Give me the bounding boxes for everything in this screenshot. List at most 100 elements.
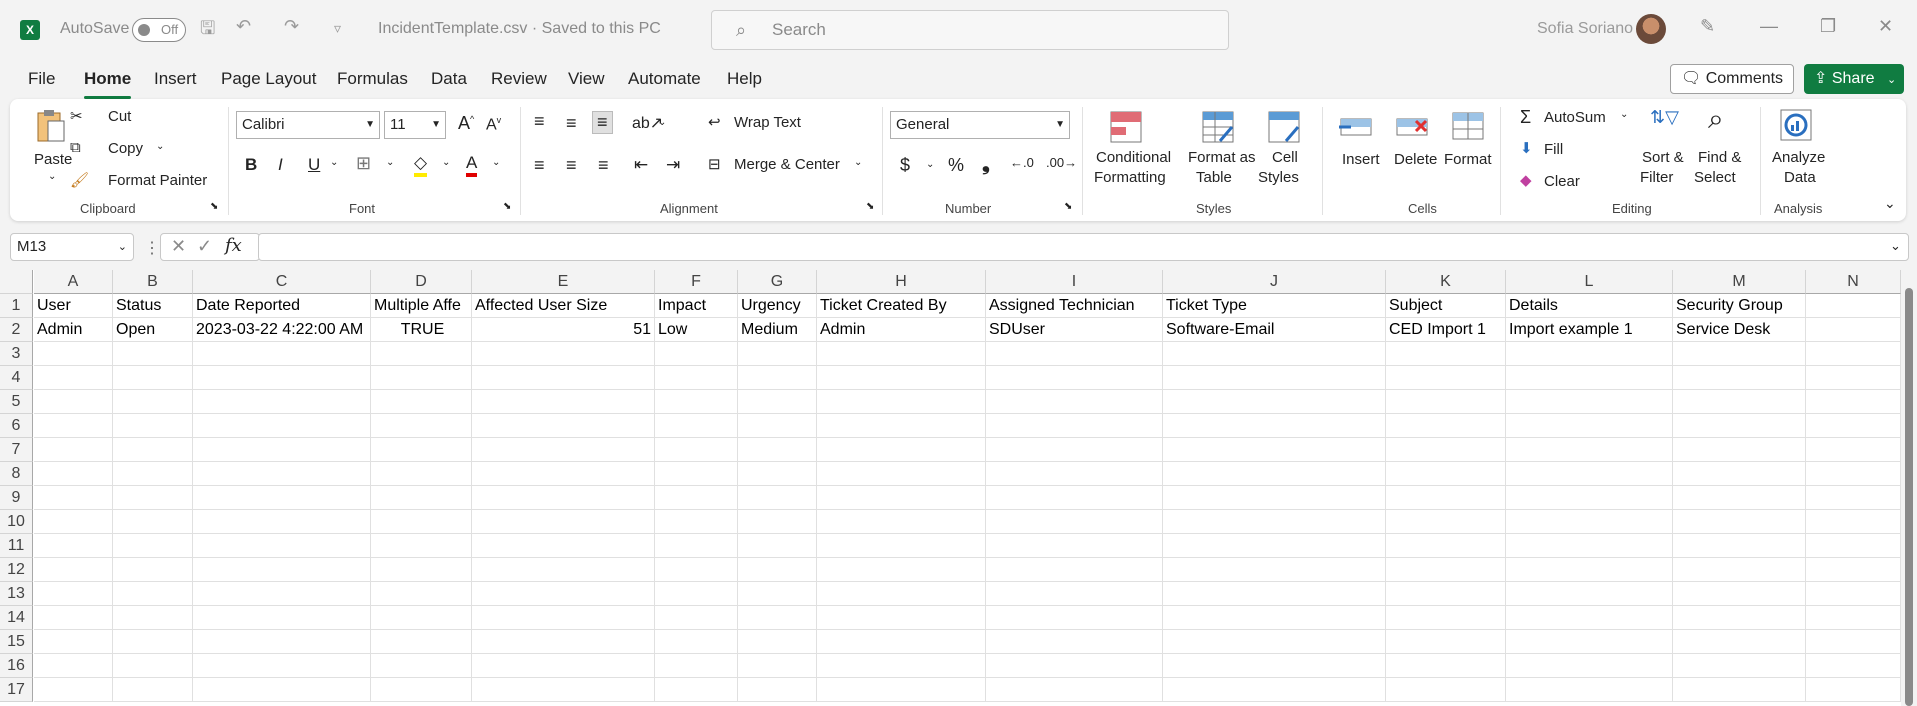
analyze-data-label-2[interactable]: Data	[1784, 169, 1816, 186]
cell-g4[interactable]	[738, 366, 817, 390]
column-header-d[interactable]: D	[371, 270, 472, 294]
cell-l1[interactable]: Details	[1506, 294, 1673, 318]
comments-button[interactable]: 🗨 Comments	[1670, 64, 1794, 94]
cell-c10[interactable]	[193, 510, 371, 534]
cell-i3[interactable]	[986, 342, 1163, 366]
paste-button[interactable]: Paste	[34, 151, 72, 168]
cell-h12[interactable]	[817, 558, 986, 582]
analyze-data-icon[interactable]	[1778, 107, 1814, 143]
cell-k2[interactable]: CED Import 1	[1386, 318, 1506, 342]
cell-l8[interactable]	[1506, 462, 1673, 486]
cell-g2[interactable]: Medium	[738, 318, 817, 342]
cell-a10[interactable]	[34, 510, 113, 534]
cell-j6[interactable]	[1163, 414, 1386, 438]
cell-d8[interactable]	[371, 462, 472, 486]
column-header-m[interactable]: M	[1673, 270, 1806, 294]
cell-j1[interactable]: Ticket Type	[1163, 294, 1386, 318]
column-header-f[interactable]: F	[655, 270, 738, 294]
wrap-text-icon[interactable]: ↩	[708, 113, 721, 131]
cell-m5[interactable]	[1673, 390, 1806, 414]
cell-g10[interactable]	[738, 510, 817, 534]
copy-button[interactable]: Copy	[108, 140, 143, 157]
autosum-dropdown-icon[interactable]: ⌄	[1620, 109, 1628, 120]
cell-g6[interactable]	[738, 414, 817, 438]
cell-j7[interactable]	[1163, 438, 1386, 462]
font-color-icon[interactable]: A	[466, 153, 478, 177]
cell-n17[interactable]	[1806, 678, 1901, 702]
font-launcher-icon[interactable]: ⬊	[503, 201, 511, 212]
cell-h8[interactable]	[817, 462, 986, 486]
cell-styles-label[interactable]: Cell	[1272, 149, 1298, 166]
cell-l13[interactable]	[1506, 582, 1673, 606]
restore-icon[interactable]: ❐	[1820, 16, 1836, 37]
cell-l6[interactable]	[1506, 414, 1673, 438]
row-header-8[interactable]: 8	[0, 462, 33, 486]
cell-g16[interactable]	[738, 654, 817, 678]
format-as-table-label-2[interactable]: Table	[1196, 169, 1232, 186]
cell-d6[interactable]	[371, 414, 472, 438]
tab-file[interactable]: File	[28, 69, 55, 89]
cell-j4[interactable]	[1163, 366, 1386, 390]
cell-m15[interactable]	[1673, 630, 1806, 654]
decrease-decimal-icon[interactable]: .00→	[1046, 155, 1077, 170]
tab-page-layout[interactable]: Page Layout	[221, 69, 316, 89]
cell-c3[interactable]	[193, 342, 371, 366]
cell-n1[interactable]	[1806, 294, 1901, 318]
cell-a12[interactable]	[34, 558, 113, 582]
currency-icon[interactable]: $	[900, 155, 910, 176]
cell-f6[interactable]	[655, 414, 738, 438]
fill-button[interactable]: Fill	[1544, 141, 1563, 158]
row-header-14[interactable]: 14	[0, 606, 33, 630]
cell-g15[interactable]	[738, 630, 817, 654]
column-header-l[interactable]: L	[1506, 270, 1673, 294]
cell-n7[interactable]	[1806, 438, 1901, 462]
percent-icon[interactable]: %	[948, 155, 964, 176]
column-header-k[interactable]: K	[1386, 270, 1506, 294]
cell-d4[interactable]	[371, 366, 472, 390]
cell-e14[interactable]	[472, 606, 655, 630]
cell-h17[interactable]	[817, 678, 986, 702]
cell-l2[interactable]: Import example 1	[1506, 318, 1673, 342]
cell-c5[interactable]	[193, 390, 371, 414]
format-cells-button[interactable]: Format	[1444, 151, 1492, 168]
cut-icon[interactable]: ✂	[70, 107, 83, 125]
cell-g11[interactable]	[738, 534, 817, 558]
cell-h3[interactable]	[817, 342, 986, 366]
cell-m9[interactable]	[1673, 486, 1806, 510]
cell-e15[interactable]	[472, 630, 655, 654]
column-header-b[interactable]: B	[113, 270, 193, 294]
row-header-7[interactable]: 7	[0, 438, 33, 462]
format-painter-button[interactable]: Format Painter	[108, 172, 207, 189]
cell-a14[interactable]	[34, 606, 113, 630]
cell-h1[interactable]: Ticket Created By	[817, 294, 986, 318]
cell-m3[interactable]	[1673, 342, 1806, 366]
format-as-table-icon[interactable]	[1200, 109, 1236, 145]
expand-formula-icon[interactable]: ⌄	[1890, 238, 1901, 254]
row-header-11[interactable]: 11	[0, 534, 33, 558]
cell-i1[interactable]: Assigned Technician	[986, 294, 1163, 318]
column-header-i[interactable]: I	[986, 270, 1163, 294]
customize-toolbar-icon[interactable]: ▿	[334, 20, 341, 37]
align-bottom-icon[interactable]: ≡	[592, 111, 613, 134]
cell-l15[interactable]	[1506, 630, 1673, 654]
cell-g9[interactable]	[738, 486, 817, 510]
cell-f12[interactable]	[655, 558, 738, 582]
cell-g12[interactable]	[738, 558, 817, 582]
cell-e11[interactable]	[472, 534, 655, 558]
cell-f1[interactable]: Impact	[655, 294, 738, 318]
find-select-label[interactable]: Find &	[1698, 149, 1741, 166]
bold-icon[interactable]: B	[245, 155, 257, 175]
cell-d10[interactable]	[371, 510, 472, 534]
cell-a17[interactable]	[34, 678, 113, 702]
cell-i14[interactable]	[986, 606, 1163, 630]
close-icon[interactable]: ✕	[1878, 16, 1893, 37]
vertical-scrollbar[interactable]	[1901, 270, 1917, 706]
paste-dropdown-icon[interactable]: ⌄	[48, 171, 56, 182]
clipboard-launcher-icon[interactable]: ⬊	[210, 201, 218, 212]
autosave-toggle[interactable]: Off	[132, 18, 186, 42]
align-top-icon[interactable]: ≡	[534, 111, 545, 132]
cell-i7[interactable]	[986, 438, 1163, 462]
number-launcher-icon[interactable]: ⬊	[1064, 201, 1072, 212]
save-icon[interactable]: 🖫	[200, 16, 215, 46]
cell-i10[interactable]	[986, 510, 1163, 534]
